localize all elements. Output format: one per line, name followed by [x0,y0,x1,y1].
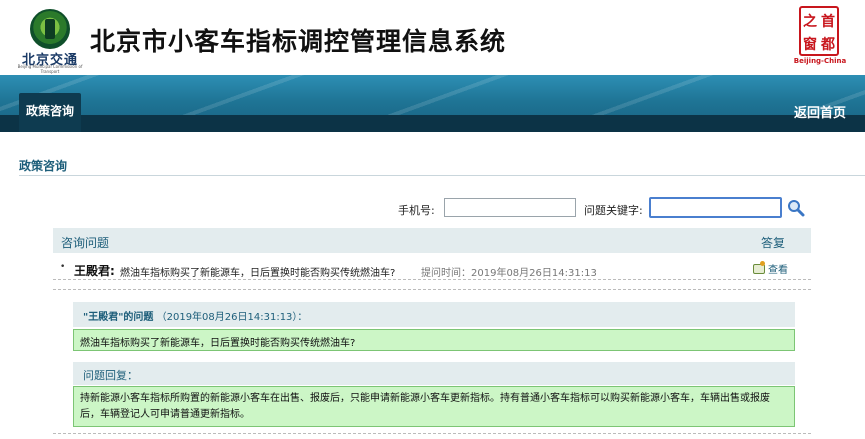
question-text[interactable]: 燃油车指标购买了新能源车，日后置换时能否购买传统燃油车? [120,264,395,279]
search-icon[interactable] [787,199,805,217]
asker-name: 王殿君: [74,264,115,278]
view-button[interactable]: 查看 [753,261,788,276]
capital-window-seal-logo: 之 首 窗 都 Beijing-China [792,6,848,66]
beijing-transport-logo: 北京交通 Beijing Municipal Commission of Tra… [14,9,86,74]
bottom-divider [53,433,811,434]
site-header: 北京交通 Beijing Municipal Commission of Tra… [0,0,865,75]
table-row: • 王殿君: 燃油车指标购买了新能源车，日后置换时能否购买传统燃油车? 提问时间… [53,258,811,280]
site-title: 北京市小客车指标调控管理信息系统 [90,27,507,56]
view-label: 查看 [768,265,788,276]
ask-time: 提问时间：2019年08月26日14:31:13 [421,268,597,279]
column-question: 咨询问题 [61,236,110,250]
answer-text: 持新能源小客车指标所购置的新能源小客车在出售、报废后，只能申请新能源小客车更新指… [80,393,770,420]
phone-label: 手机号: [398,204,435,217]
phone-input[interactable] [444,198,576,217]
keyword-input[interactable] [649,197,782,218]
answer-header: 问题回复： [73,362,795,385]
question-detail-body: 燃油车指标购买了新能源车，日后置换时能否购买传统燃油车? [73,329,795,351]
answer-body: 持新能源小客车指标所购置的新能源小客车在出售、报废后，只能申请新能源小客车更新指… [73,386,795,427]
bullet-icon: • [60,262,66,272]
logo-subtext: Beijing Municipal Commission of Transpor… [17,64,83,74]
question-detail-name: "王殿君"的问题 [83,312,154,323]
seal-icon: 之 首 窗 都 [799,6,839,56]
keyword-label: 问题关键字: [584,204,643,217]
view-icon [753,261,765,274]
question-detail-header: "王殿君"的问题 （2019年08月26日14:31:13）： [73,302,795,327]
nav-banner [0,75,865,132]
seal-caption: Beijing-China [793,57,847,65]
question-detail-text: 燃油车指标购买了新能源车，日后置换时能否购买传统燃油车? [80,338,356,349]
tab-policy-consult[interactable]: 政策咨询 [19,93,81,132]
question-detail-time: （2019年08月26日14:31:13）： [156,312,308,323]
column-reply: 答复 [760,236,785,250]
section-title: 政策咨询 [19,159,68,173]
section-divider [19,175,865,176]
back-home-link[interactable]: 返回首页 [794,102,846,121]
answer-title: 问题回复： [83,369,138,382]
table-header: 咨询问题 答复 [53,228,811,253]
